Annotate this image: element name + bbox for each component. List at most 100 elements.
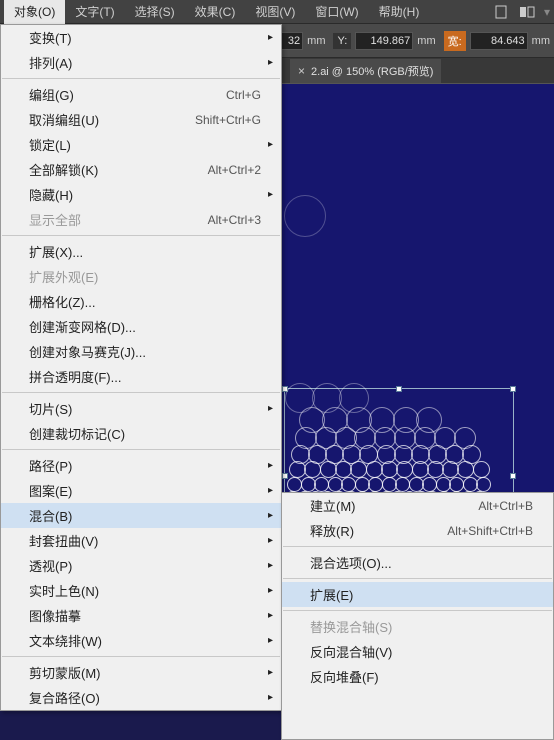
menu_main-item-11: 扩展外观(E) (1, 264, 281, 289)
menu-object[interactable]: 对象(O) (4, 0, 65, 24)
unit-mm-1: mm (307, 35, 325, 47)
menu-item-label: 创建对象马赛克(J)... (29, 342, 261, 361)
menu-item-label: 替换混合轴(S) (310, 617, 533, 636)
menu_main-item-17[interactable]: 切片(S) (1, 396, 281, 421)
menu-item-label: 反向堆叠(F) (310, 667, 533, 686)
menu_main-item-1[interactable]: 排列(A) (1, 50, 281, 75)
menu-item-shortcut: Alt+Ctrl+2 (208, 163, 261, 177)
menu-item-label: 切片(S) (29, 399, 261, 418)
menu_main-item-26[interactable]: 图像描摹 (1, 603, 281, 628)
menu-item-label: 建立(M) (310, 496, 448, 515)
menu_main-item-5[interactable]: 锁定(L) (1, 132, 281, 157)
menu-separator (2, 449, 280, 450)
x-remnant: 32 (280, 32, 303, 50)
menu_main-item-25[interactable]: 实时上色(N) (1, 578, 281, 603)
menu_sub-item-1[interactable]: 释放(R) Alt+Shift+Ctrl+B (282, 518, 553, 543)
menu_sub-item-9[interactable]: 反向堆叠(F) (282, 664, 553, 689)
menu_sub-item-7: 替换混合轴(S) (282, 614, 553, 639)
menu_sub-item-8[interactable]: 反向混合轴(V) (282, 639, 553, 664)
menu_sub-item-0[interactable]: 建立(M) Alt+Ctrl+B (282, 493, 553, 518)
menu-item-label: 编组(G) (29, 85, 196, 104)
menu-view[interactable]: 视图(V) (245, 0, 305, 24)
menu-item-label: 图像描摹 (29, 606, 261, 625)
menu-item-shortcut: Shift+Ctrl+G (195, 113, 261, 127)
menu_main-item-6[interactable]: 全部解锁(K) Alt+Ctrl+2 (1, 157, 281, 182)
tab-title: 2.ai @ 150% (RGB/预览) (311, 63, 433, 79)
menu-select[interactable]: 选择(S) (125, 0, 185, 24)
menu_main-item-18[interactable]: 创建裁切标记(C) (1, 421, 281, 446)
arrange-icon[interactable] (516, 1, 538, 23)
menu-item-label: 路径(P) (29, 456, 261, 475)
menu-item-label: 扩展(X)... (29, 242, 261, 261)
menu_main-item-10[interactable]: 扩展(X)... (1, 239, 281, 264)
menu-item-label: 隐藏(H) (29, 185, 261, 204)
menu-item-label: 变换(T) (29, 28, 261, 47)
menu-separator (283, 578, 552, 579)
menu-item-label: 创建裁切标记(C) (29, 424, 261, 443)
menu_main-item-23[interactable]: 封套扭曲(V) (1, 528, 281, 553)
menu_main-item-3[interactable]: 编组(G) Ctrl+G (1, 82, 281, 107)
menu-item-label: 取消编组(U) (29, 110, 165, 129)
menu_main-item-4[interactable]: 取消编组(U) Shift+Ctrl+G (1, 107, 281, 132)
menu_main-item-24[interactable]: 透视(P) (1, 553, 281, 578)
menu_main-item-21[interactable]: 图案(E) (1, 478, 281, 503)
menu-separator (2, 656, 280, 657)
menu-effect[interactable]: 效果(C) (185, 0, 246, 24)
menu_main-item-15[interactable]: 拼合透明度(F)... (1, 364, 281, 389)
menu_main-item-13[interactable]: 创建渐变网格(D)... (1, 314, 281, 339)
menu-item-shortcut: Alt+Ctrl+3 (208, 213, 261, 227)
menu-text[interactable]: 文字(T) (65, 0, 124, 24)
menu-item-label: 实时上色(N) (29, 581, 261, 600)
w-label: 宽: (444, 31, 466, 51)
doc-icon[interactable] (490, 1, 512, 23)
handle-tc[interactable] (396, 386, 402, 392)
w-input[interactable] (470, 32, 528, 50)
menu_main-item-27[interactable]: 文本绕排(W) (1, 628, 281, 653)
handle-rc[interactable] (510, 473, 516, 479)
menu_sub-item-5[interactable]: 扩展(E) (282, 582, 553, 607)
menu-item-label: 显示全部 (29, 210, 178, 229)
menu-item-label: 反向混合轴(V) (310, 642, 533, 661)
menu-item-label: 锁定(L) (29, 135, 261, 154)
menu-item-label: 混合选项(O)... (310, 553, 533, 572)
menu-item-shortcut: Ctrl+G (226, 88, 261, 102)
menu-item-shortcut: Alt+Ctrl+B (478, 499, 533, 513)
menu_main-item-8: 显示全部 Alt+Ctrl+3 (1, 207, 281, 232)
menu-window[interactable]: 窗口(W) (305, 0, 368, 24)
menu-separator (2, 78, 280, 79)
menu_main-item-20[interactable]: 路径(P) (1, 453, 281, 478)
menubar: 对象(O) 文字(T) 选择(S) 效果(C) 视图(V) 窗口(W) 帮助(H… (0, 0, 554, 24)
menu-item-label: 文本绕排(W) (29, 631, 261, 650)
menu_main-item-22[interactable]: 混合(B) (1, 503, 281, 528)
menu-item-label: 扩展外观(E) (29, 267, 261, 286)
y-label: Y: (333, 33, 351, 49)
menu-separator (283, 546, 552, 547)
menu_main-item-12[interactable]: 栅格化(Z)... (1, 289, 281, 314)
blend-submenu: 建立(M) Alt+Ctrl+B 释放(R) Alt+Shift+Ctrl+B 混合选项… (281, 492, 554, 740)
menu_main-item-14[interactable]: 创建对象马赛克(J)... (1, 339, 281, 364)
menu-item-label: 剪切蒙版(M) (29, 663, 261, 682)
close-icon[interactable]: × (298, 64, 305, 78)
unit-mm-2: mm (417, 35, 435, 47)
menu_main-item-0[interactable]: 变换(T) (1, 25, 281, 50)
menu_main-item-29[interactable]: 剪切蒙版(M) (1, 660, 281, 685)
y-input[interactable] (355, 32, 413, 50)
object-menu: 变换(T) 排列(A) 编组(G) Ctrl+G 取消编组(U) Shift+Ctrl+G… (0, 24, 282, 711)
menu_sub-item-3[interactable]: 混合选项(O)... (282, 550, 553, 575)
menu_main-item-7[interactable]: 隐藏(H) (1, 182, 281, 207)
menu-separator (2, 235, 280, 236)
handle-tr[interactable] (510, 386, 516, 392)
menu-item-label: 栅格化(Z)... (29, 292, 261, 311)
menu-item-label: 复合路径(O) (29, 688, 261, 707)
menu-help[interactable]: 帮助(H) (369, 0, 430, 24)
menu_main-item-30[interactable]: 复合路径(O) (1, 685, 281, 710)
menu-item-shortcut: Alt+Shift+Ctrl+B (447, 524, 533, 538)
menu-item-label: 创建渐变网格(D)... (29, 317, 261, 336)
menu-item-label: 图案(E) (29, 481, 261, 500)
menu-item-label: 全部解锁(K) (29, 160, 178, 179)
menu-item-label: 透视(P) (29, 556, 261, 575)
menu-separator (2, 392, 280, 393)
menu-item-label: 排列(A) (29, 53, 261, 72)
menu-item-label: 释放(R) (310, 521, 417, 540)
document-tab[interactable]: × 2.ai @ 150% (RGB/预览) (290, 59, 441, 83)
